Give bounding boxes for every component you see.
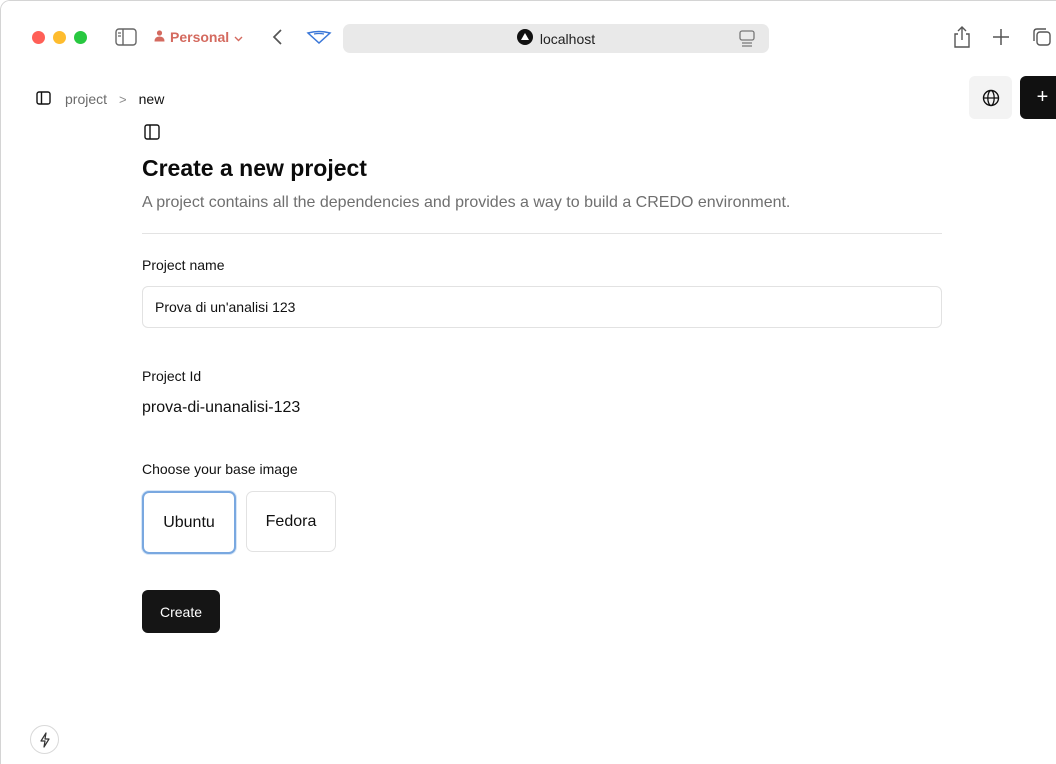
base-image-ubuntu-option[interactable]: Ubuntu	[142, 491, 236, 554]
breadcrumb: project > new	[36, 89, 164, 109]
browser-toolbar: Personal localhost	[1, 1, 1056, 75]
project-id-value: prova-di-unanalisi-123	[142, 399, 301, 416]
sidebar-icon[interactable]	[115, 28, 137, 46]
project-id-label: Project Id	[142, 368, 202, 384]
language-button[interactable]	[969, 76, 1012, 119]
profile-label: Personal	[170, 29, 230, 45]
profile-switcher[interactable]: Personal	[154, 28, 243, 46]
add-button[interactable]: +	[1020, 76, 1056, 119]
back-button[interactable]	[267, 27, 287, 47]
page-title: Create a new project	[142, 155, 367, 181]
panel-icon[interactable]	[144, 124, 160, 140]
chevron-left-icon	[272, 29, 282, 45]
person-icon	[154, 29, 165, 45]
project-name-input[interactable]	[142, 286, 942, 328]
dev-tools-button[interactable]	[30, 725, 59, 754]
browser-window: Personal localhost project > new + Creat…	[0, 0, 1056, 764]
minimize-window-button[interactable]	[53, 31, 66, 44]
url-text: localhost	[539, 30, 596, 47]
zoom-window-button[interactable]	[74, 31, 87, 44]
sidebar-toggle-icon[interactable]	[36, 90, 51, 108]
page-description: A project contains all the dependencies …	[142, 194, 791, 211]
close-window-button[interactable]	[32, 31, 45, 44]
create-button[interactable]: Create	[142, 590, 220, 633]
address-bar[interactable]: localhost	[343, 24, 769, 53]
project-name-label: Project name	[142, 257, 225, 273]
globe-icon	[982, 89, 999, 106]
reader-icon[interactable]	[739, 30, 755, 47]
privacy-shield-icon[interactable]	[306, 27, 332, 47]
tab-overview-icon[interactable]	[1031, 26, 1053, 48]
add-button-label: +	[1036, 86, 1049, 108]
breadcrumb-current: new	[138, 91, 165, 107]
chevron-down-icon	[234, 29, 243, 45]
base-image-fedora-option[interactable]: Fedora	[246, 491, 336, 552]
lightning-icon	[39, 731, 50, 748]
base-image-label: Choose your base image	[142, 461, 298, 477]
plus-icon[interactable]	[991, 26, 1011, 48]
breadcrumb-project-link[interactable]: project	[65, 91, 107, 107]
share-icon[interactable]	[951, 25, 973, 49]
chevron-right-icon: >	[119, 91, 127, 107]
divider	[142, 233, 942, 234]
triangle-logo-icon	[516, 29, 533, 48]
